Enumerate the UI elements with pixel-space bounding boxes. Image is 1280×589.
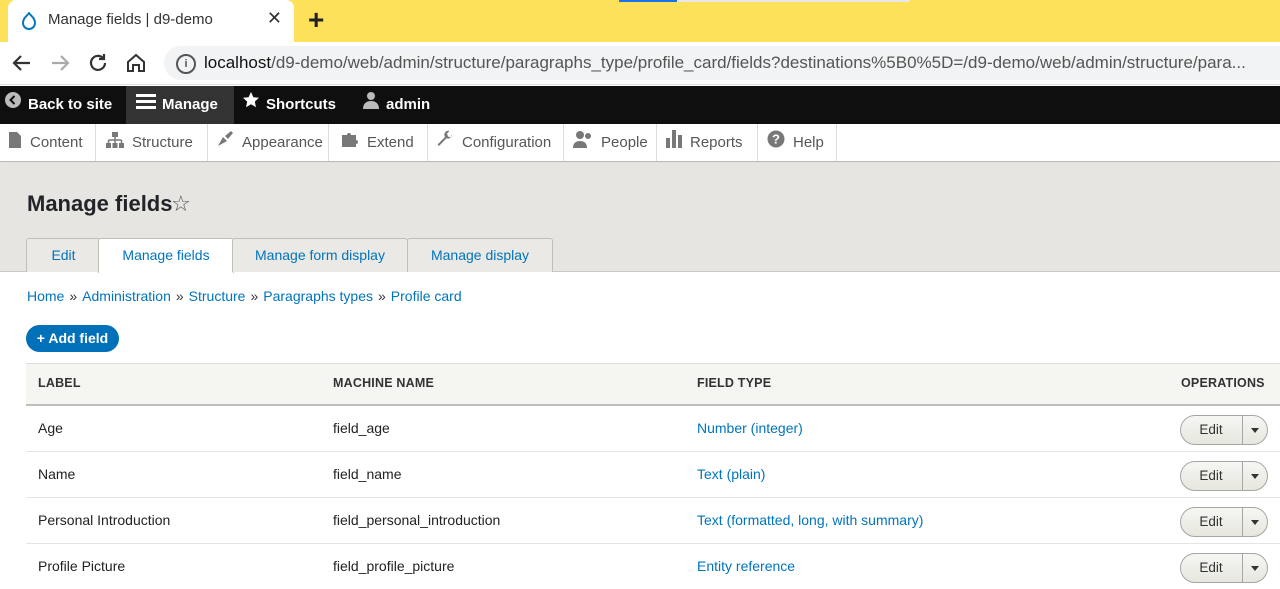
caret-down-icon[interactable] <box>1251 566 1259 571</box>
field-label: Profile Picture <box>38 558 126 574</box>
table-row: Name field_name Text (plain) Edit <box>26 452 1280 498</box>
breadcrumb: Home» Administration» Structure» Paragraphs… <box>27 288 462 304</box>
operations-dropbutton: Edit <box>1180 507 1268 537</box>
field-label: Age <box>38 420 63 436</box>
field-machine-name: field_age <box>333 420 390 436</box>
file-icon <box>8 125 22 162</box>
edit-button[interactable]: Edit <box>1181 416 1241 444</box>
manage-link[interactable]: Manage <box>126 86 234 124</box>
drupal-favicon-icon <box>21 12 37 30</box>
people-icon <box>573 125 593 162</box>
tray-item-appearance[interactable]: Appearance <box>208 124 329 161</box>
bar-chart-icon <box>666 125 682 162</box>
admin-toolbar: Back to site Manage Shortcuts admin <box>0 86 1280 124</box>
tab-edit[interactable]: Edit <box>26 238 101 272</box>
sitemap-icon <box>106 125 124 162</box>
wrench-icon <box>436 125 454 162</box>
hamburger-icon <box>136 86 156 124</box>
field-type-link[interactable]: Text (formatted, long, with summary) <box>697 512 923 528</box>
new-tab-icon[interactable]: + <box>308 4 324 36</box>
site-info-icon[interactable]: i <box>176 54 196 74</box>
tab-manage-fields[interactable]: Manage fields <box>98 238 234 273</box>
field-label: Name <box>38 466 76 482</box>
tray-item-extend[interactable]: Extend <box>329 124 428 161</box>
header-machine-name: MACHINE NAME <box>333 376 435 390</box>
breadcrumb-paragraphs-types[interactable]: Paragraphs types <box>263 288 373 304</box>
user-icon <box>362 86 380 124</box>
dropbutton-divider <box>1242 416 1243 444</box>
dropbutton-divider <box>1242 554 1243 582</box>
star-icon <box>242 86 260 124</box>
edit-button[interactable]: Edit <box>1181 554 1241 582</box>
shortcuts-link[interactable]: Shortcuts <box>242 86 336 124</box>
tray-item-content[interactable]: Content <box>0 124 96 161</box>
close-tab-icon[interactable]: ✕ <box>267 8 282 29</box>
table-row: Personal Introduction field_personal_int… <box>26 498 1280 544</box>
url-text[interactable]: localhost/d9-demo/web/admin/structure/pa… <box>204 53 1254 73</box>
operations-dropbutton: Edit <box>1180 461 1268 491</box>
tab-strip-indicator <box>619 0 677 2</box>
back-to-site-link[interactable]: Back to site <box>4 86 112 124</box>
breadcrumb-home[interactable]: Home <box>27 288 64 304</box>
tray-item-configuration[interactable]: Configuration <box>428 124 564 161</box>
address-row: i localhost/d9-demo/web/admin/structure/… <box>0 42 1280 85</box>
table-header: LABEL MACHINE NAME FIELD TYPE OPERATIONS <box>26 363 1280 406</box>
tab-manage-display[interactable]: Manage display <box>407 238 553 272</box>
reload-icon[interactable] <box>86 51 110 75</box>
operations-dropbutton: Edit <box>1180 415 1268 445</box>
tab-manage-form-display[interactable]: Manage form display <box>232 238 408 272</box>
edit-button[interactable]: Edit <box>1181 462 1241 490</box>
address-bar[interactable]: i localhost/d9-demo/web/admin/structure/… <box>164 46 1280 80</box>
add-field-button[interactable]: + Add field <box>26 325 119 352</box>
caret-down-icon[interactable] <box>1251 520 1259 525</box>
field-type-link[interactable]: Entity reference <box>697 558 795 574</box>
tray-item-help[interactable]: ? Help <box>758 124 837 161</box>
caret-down-icon[interactable] <box>1251 428 1259 433</box>
caret-down-icon[interactable] <box>1251 474 1259 479</box>
help-icon: ? <box>767 125 785 162</box>
header-operations: OPERATIONS <box>1181 376 1265 390</box>
user-link[interactable]: admin <box>362 86 430 124</box>
fields-table: LABEL MACHINE NAME FIELD TYPE OPERATIONS… <box>26 363 1280 589</box>
tray-item-reports[interactable]: Reports <box>657 124 758 161</box>
breadcrumb-profile-card[interactable]: Profile card <box>391 288 462 304</box>
field-type-link[interactable]: Text (plain) <box>697 466 765 482</box>
brush-icon <box>216 125 234 162</box>
admin-tray: Content Structure Appearance Extend Conf… <box>0 124 1280 162</box>
page-title: Manage fields <box>27 191 173 216</box>
back-arrow-icon[interactable] <box>10 51 34 75</box>
breadcrumb-structure[interactable]: Structure <box>189 288 246 304</box>
field-label: Personal Introduction <box>38 512 171 528</box>
breadcrumb-administration[interactable]: Administration <box>82 288 171 304</box>
svg-text:?: ? <box>772 131 780 146</box>
tray-item-people[interactable]: People <box>564 124 657 161</box>
field-type-link[interactable]: Number (integer) <box>697 420 803 436</box>
forward-arrow-icon[interactable] <box>48 51 72 75</box>
home-icon[interactable] <box>124 51 148 75</box>
operations-dropbutton: Edit <box>1180 553 1268 583</box>
page-header: Manage fields ☆ Edit Manage fields Manag… <box>0 163 1280 273</box>
header-label: LABEL <box>38 376 81 390</box>
tray-item-structure[interactable]: Structure <box>96 124 208 161</box>
field-machine-name: field_personal_introduction <box>333 512 501 528</box>
tab-title: Manage fields | d9-demo <box>48 11 213 28</box>
field-machine-name: field_name <box>333 466 402 482</box>
table-row: Profile Picture field_profile_picture En… <box>26 544 1280 589</box>
browser-tab[interactable]: Manage fields | d9-demo ✕ <box>8 0 294 42</box>
shortcut-star-icon[interactable]: ☆ <box>171 191 191 217</box>
browser-tab-bar: Manage fields | d9-demo ✕ + <box>0 0 1280 42</box>
dropbutton-divider <box>1242 462 1243 490</box>
header-field-type: FIELD TYPE <box>697 376 772 390</box>
edit-button[interactable]: Edit <box>1181 508 1241 536</box>
field-machine-name: field_profile_picture <box>333 558 455 574</box>
back-circle-icon <box>4 86 22 124</box>
dropbutton-divider <box>1242 508 1243 536</box>
puzzle-icon <box>341 125 359 162</box>
table-row: Age field_age Number (integer) Edit <box>26 406 1280 452</box>
tab-strip-indicator <box>677 0 910 2</box>
